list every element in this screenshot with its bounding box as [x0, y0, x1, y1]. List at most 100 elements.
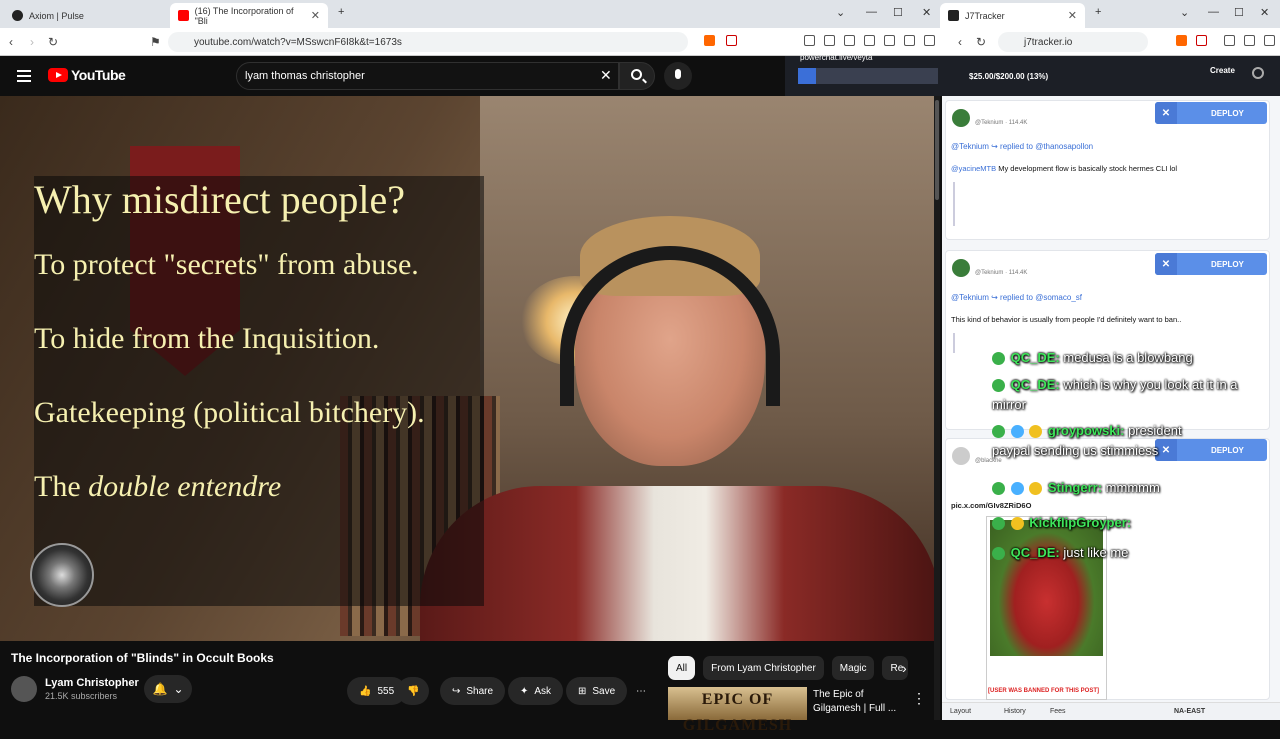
clear-search-icon[interactable]: ✕	[600, 67, 612, 84]
channel-name[interactable]: Lyam Christopher	[45, 677, 139, 689]
deploy-button[interactable]: ✕ DEPLOY	[1155, 439, 1267, 461]
sidebar-icon[interactable]	[844, 35, 855, 46]
chip-all[interactable]: All	[668, 656, 696, 680]
chat-message: Stingerr: mmmmm	[992, 480, 1160, 496]
new-tab-button[interactable]: +	[1095, 6, 1101, 18]
deploy-label: DEPLOY	[1211, 259, 1244, 269]
new-tab-button[interactable]: +	[338, 6, 344, 18]
more-actions-button[interactable]: ⋯	[628, 677, 654, 705]
rewards-icon[interactable]	[1196, 35, 1207, 46]
url-field[interactable]: j7tracker.io	[998, 32, 1148, 52]
mod-badge-icon	[992, 517, 1005, 531]
gear-icon[interactable]	[1252, 67, 1264, 79]
maximize-icon[interactable]: ☐	[893, 6, 903, 19]
vpn-icon[interactable]	[904, 35, 915, 46]
tab-youtube[interactable]: (16) The Incorporation of "Bli ✕	[170, 3, 328, 28]
reply-header[interactable]: @Teknium ↪ replied to @somaco_sf	[951, 293, 1082, 302]
chat-text: just like me	[1063, 545, 1129, 560]
youtube-favicon-icon	[178, 10, 189, 21]
extension-icon[interactable]	[1224, 35, 1235, 46]
video-text-line: To hide from the Inquisition.	[34, 322, 380, 355]
subscriber-count: 21.5K subscribers	[45, 691, 118, 701]
brave-shield-icon[interactable]	[704, 35, 715, 46]
close-tab-icon[interactable]: ✕	[1068, 9, 1077, 22]
author-handle: @Teknium · 114.4K	[975, 270, 1028, 276]
logo-text: YouTube	[71, 67, 126, 83]
extension-icon[interactable]	[804, 35, 815, 46]
brave-shield-icon[interactable]	[1176, 35, 1187, 46]
music-icon[interactable]	[1244, 35, 1255, 46]
create-button[interactable]: Create	[1210, 66, 1235, 75]
thumbs-up-icon: 👍	[359, 685, 372, 697]
close-window-icon[interactable]: ✕	[1260, 6, 1269, 19]
chevron-right-icon[interactable]: ›	[902, 660, 907, 676]
layout-button[interactable]: Layout	[950, 708, 971, 715]
close-tab-icon[interactable]: ✕	[311, 9, 320, 22]
menu-icon[interactable]	[924, 35, 935, 46]
search-button[interactable]	[619, 62, 655, 90]
region-selector[interactable]: NA-EAST	[1174, 708, 1205, 715]
post-link[interactable]: pic.x.com/GIv8ZRiD6O	[951, 501, 1031, 510]
maximize-icon[interactable]: ☐	[1234, 6, 1244, 19]
extension-icon[interactable]	[884, 35, 895, 46]
mod-badge-icon	[992, 482, 1005, 496]
tab-list-icon[interactable]: ⌄	[1180, 6, 1189, 19]
url-text: j7tracker.io	[1024, 36, 1073, 48]
save-button[interactable]: ⊞ Save	[566, 677, 628, 705]
search-input[interactable]: lyam thomas christopher	[236, 62, 619, 90]
tab-list-icon[interactable]: ⌄	[836, 6, 845, 19]
back-icon[interactable]: ‹	[958, 35, 962, 49]
youtube-logo[interactable]: YouTube	[48, 67, 126, 83]
back-icon[interactable]: ‹	[9, 35, 13, 49]
deploy-button[interactable]: ✕ DEPLOY	[1155, 253, 1267, 275]
powerchat-link[interactable]: powerchat.live/veyta	[800, 53, 872, 62]
chat-text: paypal sending us stimmiess	[992, 443, 1159, 458]
tab-label: Axiom | Pulse	[29, 10, 84, 21]
x-icon: ✕	[1155, 253, 1177, 275]
hamburger-menu-icon[interactable]	[17, 70, 31, 82]
j7-footer: Layout History Fees NA-EAST	[942, 702, 1280, 720]
chip-magic[interactable]: Magic	[831, 656, 875, 680]
chat-username: QC_DE:	[1010, 545, 1060, 560]
deploy-button[interactable]: ✕ DEPLOY	[1155, 102, 1267, 124]
menu-icon[interactable]	[1264, 35, 1275, 46]
chip-from-channel[interactable]: From Lyam Christopher	[703, 656, 824, 680]
sparkle-icon: ✦	[520, 685, 529, 697]
music-icon[interactable]	[824, 35, 835, 46]
rewards-icon[interactable]	[726, 35, 737, 46]
mention[interactable]: @yacineMTB	[951, 164, 996, 173]
tab-axiom[interactable]: Axiom | Pulse	[4, 3, 169, 28]
wallet-icon[interactable]	[864, 35, 875, 46]
reload-icon[interactable]: ↻	[976, 35, 986, 49]
recommended-thumbnail[interactable]: EPIC OF GILGAMESH	[668, 687, 807, 734]
mod-badge-icon	[992, 547, 1005, 561]
avatar[interactable]	[952, 109, 970, 127]
reply-header[interactable]: @Teknium ↪ replied to @thanosapollon	[951, 142, 1093, 151]
more-icon[interactable]: ⋮	[912, 690, 926, 707]
channel-avatar[interactable]	[11, 676, 37, 702]
notification-button[interactable]: 🔔 ⌄	[144, 675, 192, 703]
close-window-icon[interactable]: ✕	[922, 6, 931, 19]
channel-emblem-icon	[30, 543, 94, 607]
forward-icon[interactable]: ›	[30, 35, 34, 49]
minimize-icon[interactable]: —	[866, 6, 877, 18]
avatar[interactable]	[952, 447, 970, 465]
recommended-title[interactable]: The Epic of Gilgamesh | Full ...	[813, 688, 903, 716]
scrollbar-thumb[interactable]	[935, 100, 939, 200]
share-button[interactable]: ↪ Share	[440, 677, 506, 705]
dislike-button[interactable]: 👎	[397, 677, 430, 705]
avatar[interactable]	[952, 259, 970, 277]
reload-icon[interactable]: ↻	[48, 35, 58, 49]
tab-j7tracker[interactable]: J7Tracker ✕	[940, 3, 1085, 28]
history-button[interactable]: History	[1004, 708, 1026, 715]
voice-search-button[interactable]	[664, 62, 692, 90]
url-field[interactable]: youtube.com/watch?v=MSswcnF6I8k&t=1673s	[168, 32, 688, 52]
quote-author: SomacoSF	[961, 333, 998, 340]
bookmark-icon[interactable]: ⚑	[150, 35, 161, 49]
minimize-icon[interactable]: —	[1208, 6, 1219, 18]
quoted-post[interactable]: Thanos Apollo @Teknium @yacineMTB Are yo…	[953, 182, 1268, 226]
x-icon: ✕	[1155, 102, 1177, 124]
ask-button[interactable]: ✦ Ask	[508, 677, 564, 705]
sword-badge-icon	[1010, 482, 1024, 496]
fees-button[interactable]: Fees	[1050, 708, 1066, 715]
